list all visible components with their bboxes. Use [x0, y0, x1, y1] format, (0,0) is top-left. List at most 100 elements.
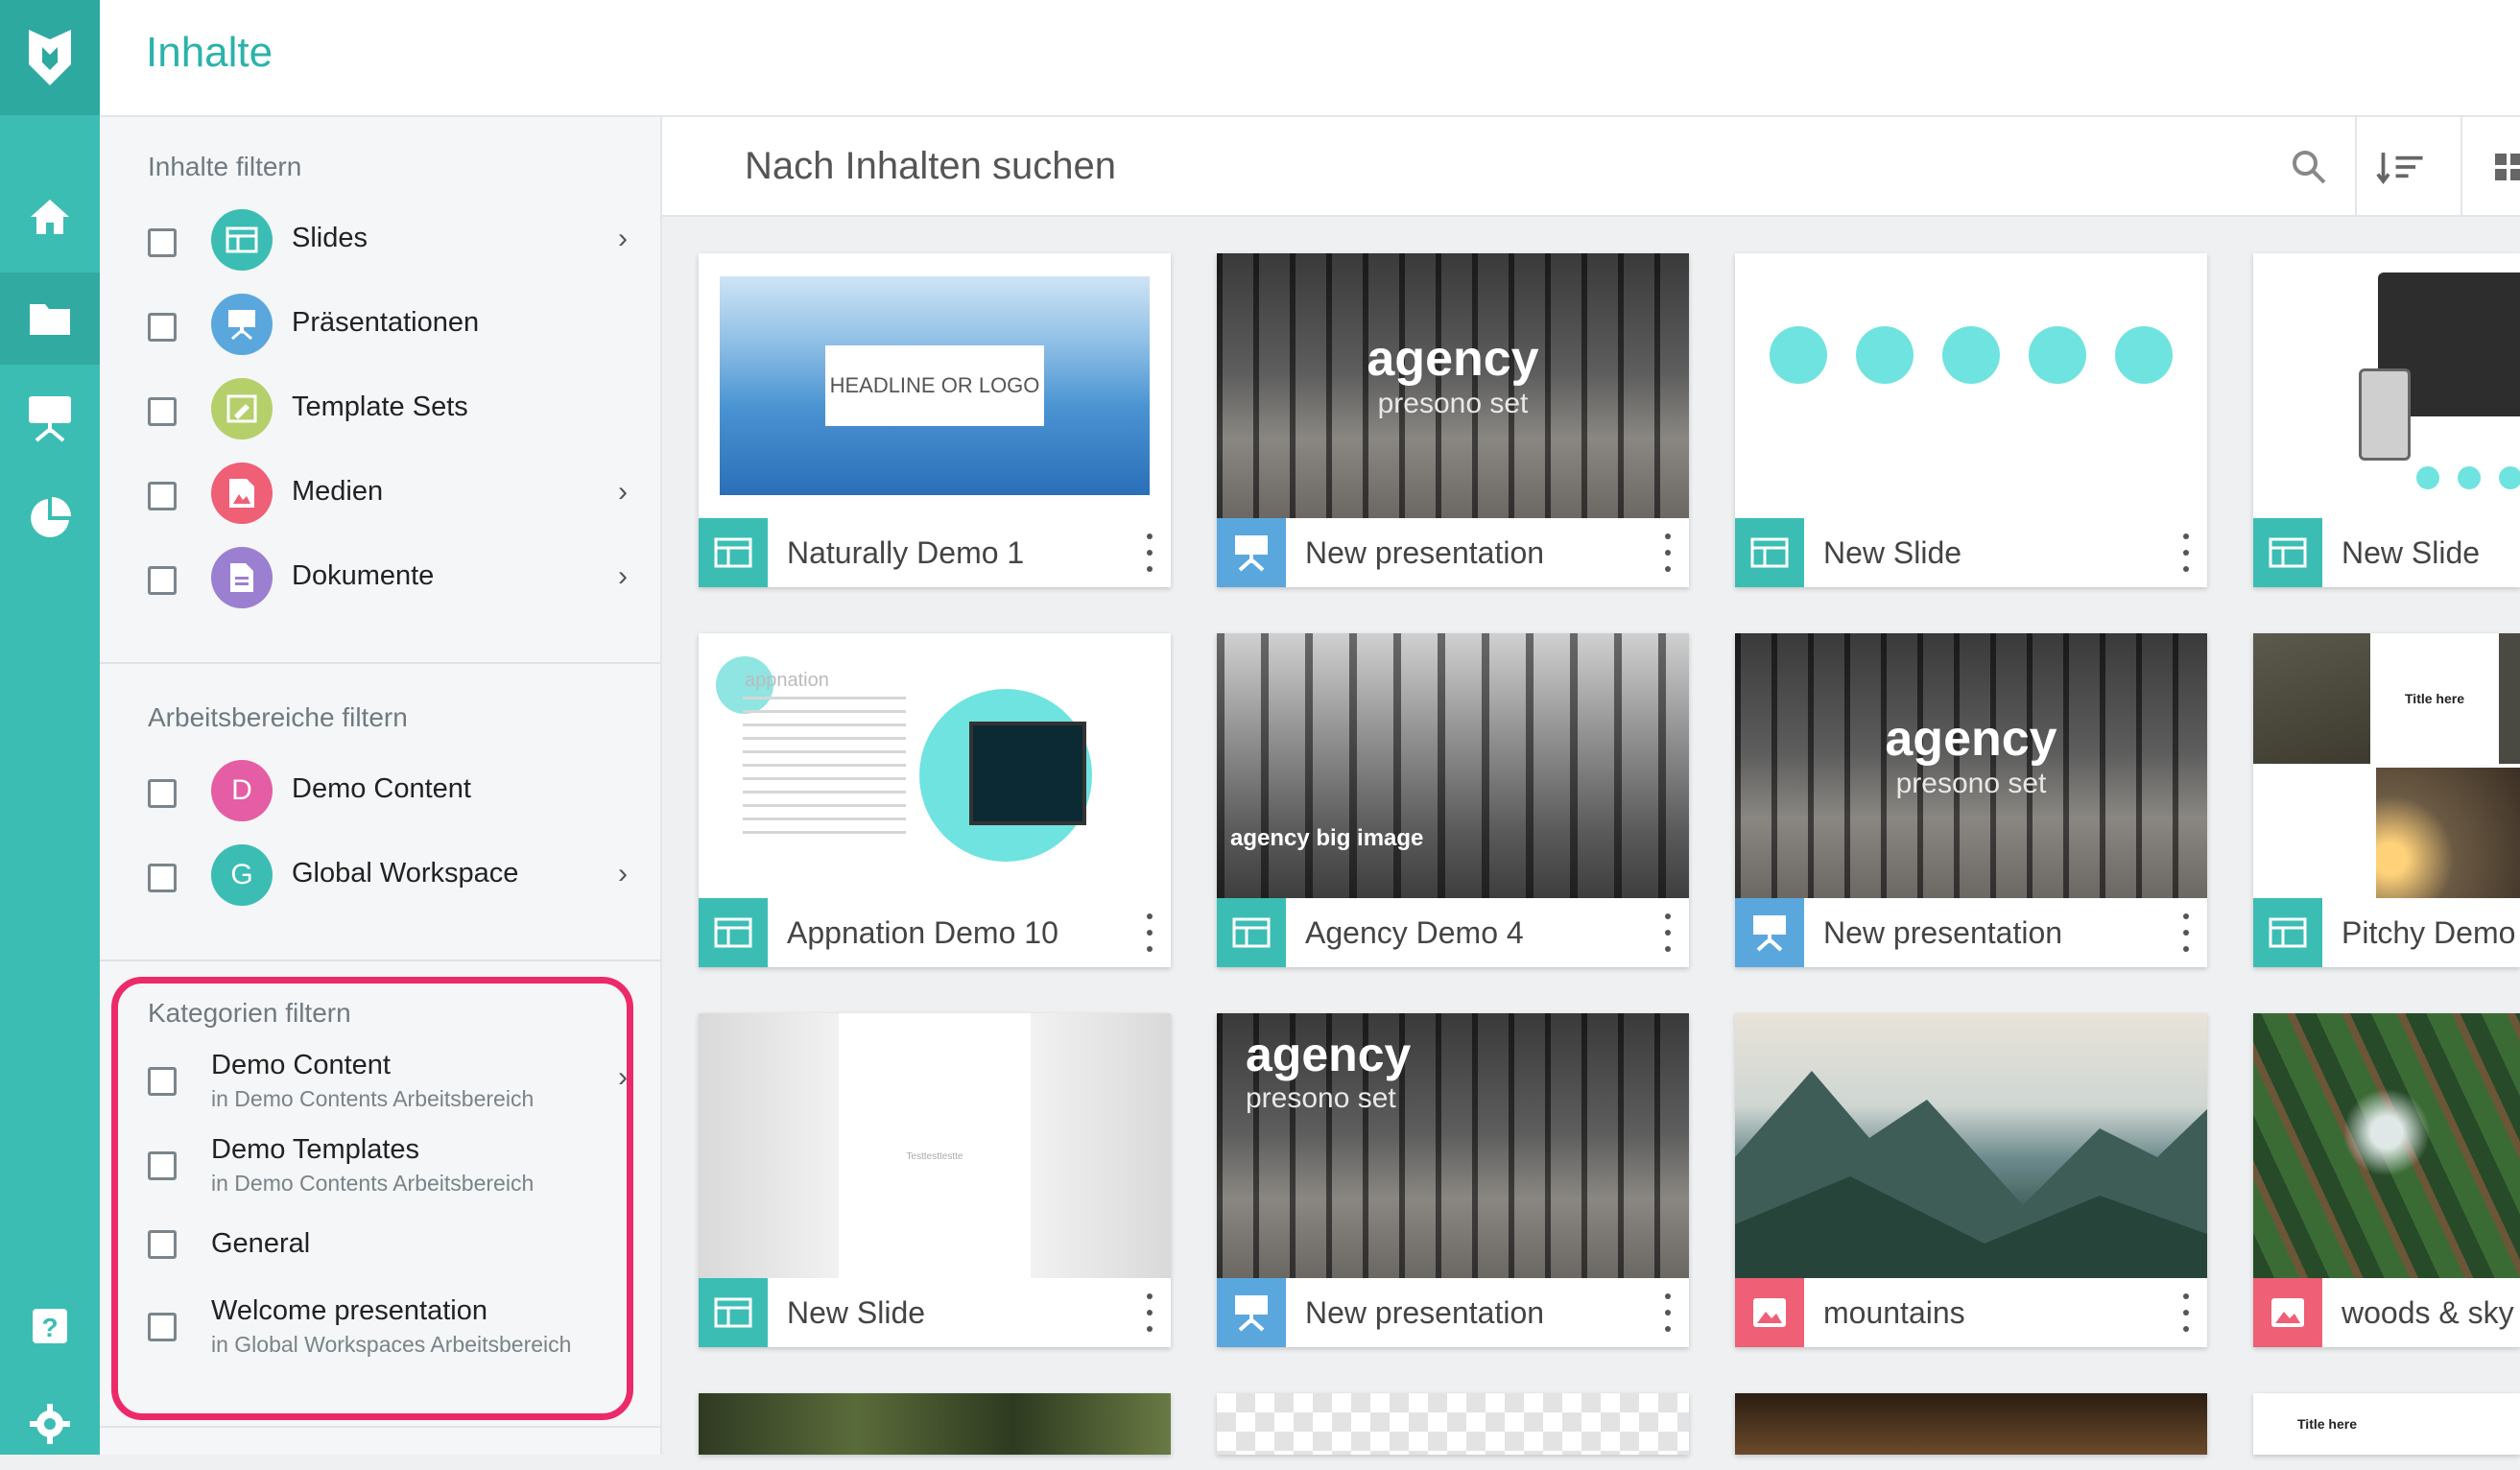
card-thumbnail: Testtesttestte — [699, 1013, 1171, 1278]
more-icon[interactable] — [1142, 533, 1157, 572]
card-thumbnail — [1735, 1393, 2207, 1455]
checkbox[interactable] — [148, 397, 177, 426]
nav-analytics[interactable] — [0, 472, 100, 564]
thumb-logo-box: HEADLINE OR LOGO — [825, 345, 1044, 426]
pie-chart-icon — [31, 497, 71, 537]
workspace-avatar: D — [211, 760, 273, 821]
thumb-text: appnation — [745, 670, 829, 691]
grid-view-icon[interactable] — [2484, 140, 2520, 194]
thumb-title: agency — [1885, 711, 2057, 767]
card-footer: New Slide — [2253, 518, 2520, 587]
filter-label: Global Workspace — [292, 858, 519, 889]
slide-icon — [2253, 898, 2322, 967]
thumb-subtitle: presono set — [1377, 388, 1529, 419]
card-thumbnail: agency presono set — [1735, 633, 2207, 898]
nav-settings[interactable] — [0, 1378, 100, 1470]
chevron-right-icon[interactable]: › — [618, 560, 628, 593]
more-icon[interactable] — [2178, 1293, 2194, 1332]
content-card[interactable]: Title here — [2253, 1393, 2520, 1455]
more-icon[interactable] — [1660, 1293, 1676, 1332]
nav-content[interactable] — [0, 273, 100, 365]
filter-item-media[interactable]: Medien › — [148, 457, 647, 533]
app-logo[interactable] — [0, 0, 100, 115]
presentation-icon — [1735, 898, 1804, 967]
content-card[interactable]: HEADLINE OR LOGO Naturally Demo 1 — [699, 253, 1171, 587]
content-card[interactable]: agency presono set New presentation — [1217, 1013, 1689, 1347]
content-card[interactable]: agency presono set New presentation — [1217, 253, 1689, 587]
content-filter-title: Inhalte filtern — [148, 152, 302, 181]
filter-label: Demo Content — [292, 773, 471, 804]
card-title: New Slide — [787, 1295, 926, 1330]
chevron-right-icon[interactable]: › — [618, 223, 628, 255]
thumb-dots — [2416, 466, 2520, 491]
svg-text:?: ? — [41, 1313, 58, 1342]
content-card[interactable] — [699, 1393, 1171, 1455]
filter-item-slides[interactable]: Slides › — [148, 203, 647, 280]
thumb-text: Title here — [2405, 691, 2464, 706]
filter-item-presentations[interactable]: Präsentationen — [148, 288, 647, 365]
divider — [100, 662, 660, 664]
text-block — [2253, 768, 2370, 898]
laptop-image — [969, 722, 1086, 825]
content-card[interactable]: New Slide — [2253, 253, 2520, 587]
content-card[interactable]: Title here Pitchy Demo — [2253, 633, 2520, 967]
thumb-text: Testtesttestte — [906, 1151, 963, 1162]
more-icon[interactable] — [1660, 913, 1676, 952]
checkbox[interactable] — [148, 864, 177, 892]
filter-item-demo-content[interactable]: D Demo Content — [148, 754, 647, 831]
search-bar — [662, 117, 2520, 217]
left-rail: ? — [0, 0, 100, 1455]
more-icon[interactable] — [2178, 913, 2194, 952]
more-icon[interactable] — [2178, 533, 2194, 572]
content-card[interactable]: agency big image Agency Demo 4 — [1217, 633, 1689, 967]
checkbox[interactable] — [148, 228, 177, 257]
checkbox[interactable] — [148, 482, 177, 510]
card-footer: New presentation — [1735, 898, 2207, 967]
card-thumbnail — [2253, 253, 2520, 518]
card-title: Naturally Demo 1 — [787, 535, 1025, 570]
card-title: woods & sky — [2342, 1295, 2514, 1330]
card-footer: woods & sky — [2253, 1278, 2520, 1347]
gear-icon — [30, 1404, 70, 1444]
checkbox[interactable] — [148, 779, 177, 808]
more-icon[interactable] — [1660, 533, 1676, 572]
nav-help[interactable]: ? — [0, 1280, 100, 1372]
chevron-right-icon[interactable]: › — [618, 858, 628, 890]
content-card[interactable] — [1735, 1393, 2207, 1455]
nav-home[interactable] — [0, 171, 100, 263]
checkbox[interactable] — [148, 313, 177, 342]
thumb-subtitle: presono set — [1246, 1082, 1396, 1114]
slide-icon — [699, 518, 768, 587]
filter-label: Medien — [292, 476, 384, 507]
card-title: New presentation — [1823, 915, 2063, 950]
card-title: Appnation Demo 10 — [787, 915, 1058, 950]
card-footer: Appnation Demo 10 — [699, 898, 1171, 967]
content-card[interactable]: New Slide — [1735, 253, 2207, 587]
filter-item-global-workspace[interactable]: G Global Workspace › — [148, 839, 647, 915]
card-footer: New presentation — [1217, 1278, 1689, 1347]
slide-icon — [699, 1278, 768, 1347]
workspace-avatar: G — [211, 844, 273, 906]
content-card[interactable]: agency presono set New presentation — [1735, 633, 2207, 967]
filter-label: Slides — [292, 223, 368, 253]
card-thumbnail — [1217, 1393, 1689, 1455]
checkbox[interactable] — [148, 566, 177, 595]
content-card[interactable]: mountains — [1735, 1013, 2207, 1347]
folder-icon — [30, 304, 70, 335]
slide-icon — [211, 209, 273, 271]
filter-item-template-sets[interactable]: Template Sets — [148, 372, 647, 449]
search-icon[interactable] — [2282, 140, 2336, 194]
mountains-image — [1735, 1071, 2207, 1278]
more-icon[interactable] — [1142, 1293, 1157, 1332]
content-card[interactable]: woods & sky — [2253, 1013, 2520, 1347]
nav-presentations[interactable] — [0, 372, 100, 464]
content-card[interactable] — [1217, 1393, 1689, 1455]
search-input[interactable] — [743, 138, 1898, 194]
sort-icon[interactable] — [2376, 140, 2430, 194]
filter-label: Template Sets — [292, 391, 468, 422]
content-card[interactable]: Testtesttestte New Slide — [699, 1013, 1171, 1347]
more-icon[interactable] — [1142, 913, 1157, 952]
chevron-right-icon[interactable]: › — [618, 476, 628, 509]
filter-item-documents[interactable]: Dokumente › — [148, 541, 647, 618]
content-card[interactable]: appnation Appnation Demo 10 — [699, 633, 1171, 967]
